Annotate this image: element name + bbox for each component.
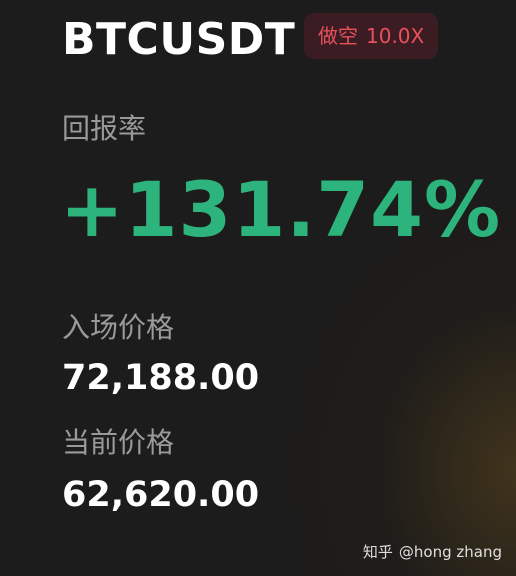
current-price-value: 62,620.00 xyxy=(62,475,260,515)
entry-price-label: 入场价格 xyxy=(62,311,175,344)
roi-value: +131.74% xyxy=(60,165,502,254)
entry-price-value: 72,188.00 xyxy=(62,358,260,398)
watermark-site: 知乎 xyxy=(362,543,393,561)
roi-label: 回报率 xyxy=(62,112,147,145)
watermark-author: @hong zhang xyxy=(398,543,502,561)
current-price-label: 当前价格 xyxy=(62,426,175,459)
position-side-label: 做空 xyxy=(318,24,358,48)
position-badge: 做空 10.0X xyxy=(304,13,439,59)
watermark: 知乎 @hong zhang xyxy=(363,542,502,562)
trading-pair-symbol: BTCUSDT xyxy=(62,14,296,65)
pnl-share-card: BTCUSDT 做空 10.0X 回报率 +131.74% 入场价格 72,18… xyxy=(0,0,516,576)
leverage-label: 10.0X xyxy=(366,24,425,48)
